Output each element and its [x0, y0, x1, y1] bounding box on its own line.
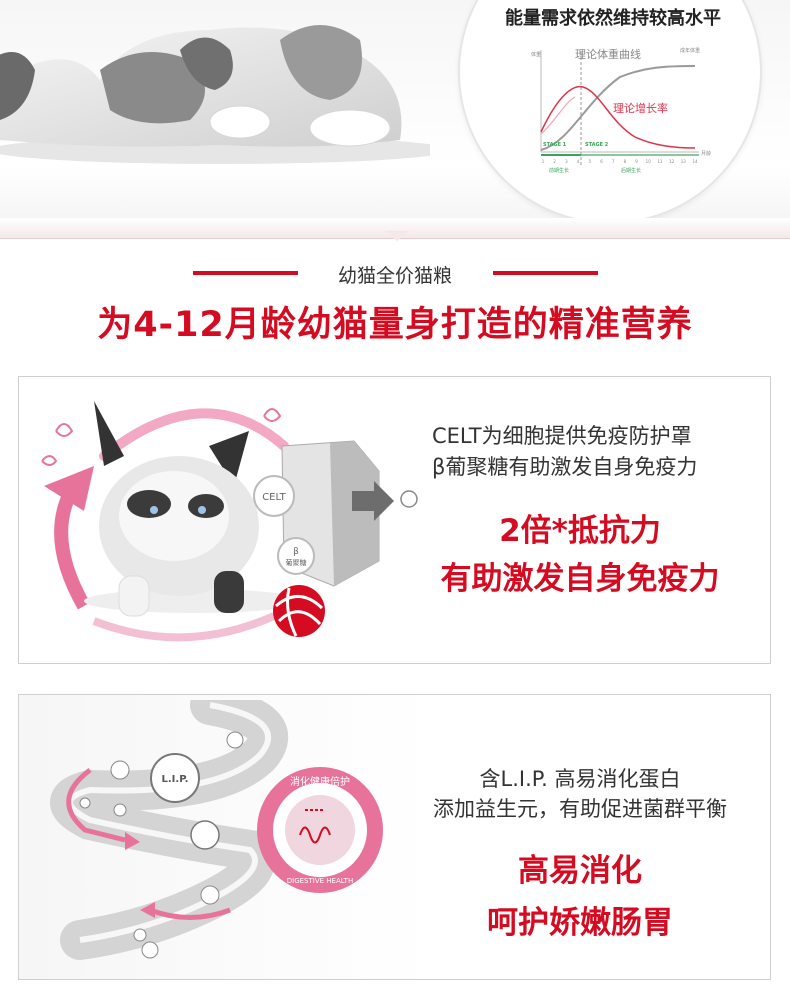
beta-badge-sub: 葡聚糖 [286, 558, 307, 567]
celt-badge-label: CELT [262, 492, 286, 503]
x-tick-label: 13 [681, 159, 687, 164]
stage1-label: STAGE 1 [543, 142, 567, 148]
digestibility-headline: 高易消化 [518, 853, 642, 889]
x-tick-label: 1 [542, 159, 545, 164]
stage2-sub: 后期生长 [621, 167, 641, 174]
x-axis-label: 月龄 [701, 150, 711, 157]
prebiotic-description: 添加益生元，有助促进菌群平衡 [433, 797, 727, 821]
energy-title: 能量需求依然维持较高水平 [505, 8, 721, 29]
x-tick-label: 12 [669, 159, 675, 164]
immunity-illustration: CELT β 葡聚糖 [41, 401, 418, 642]
x-tick-label: 7 [612, 159, 615, 164]
section-sub-label: 幼猫全价猫粮 [337, 265, 452, 287]
beta-badge-label: β [293, 547, 299, 557]
x-tick-label: 4 [577, 159, 580, 164]
ring-top-label: 消化健康倍护 [290, 775, 350, 788]
weight-curve-label: 理论体重曲线 [575, 47, 641, 61]
x-tick-label: 11 [657, 159, 663, 164]
x-ticks: 1 2 3 4 5 6 7 8 9 10 11 12 13 14 [542, 159, 698, 164]
growth-chart: 体重 成年体重 理论体重曲线 理论增长率 STAGE 1 STAGE 2 前期生… [531, 47, 711, 174]
lip-badge-label: L.I.P. [162, 774, 189, 785]
celt-description: CELT为细胞提供免疫防护罩 [432, 424, 692, 448]
x-tick-label: 9 [635, 159, 638, 164]
resistance-headline: 2倍*抵抗力 [499, 513, 661, 549]
beta-glucan-description: β葡聚糖有助激发自身免疫力 [432, 455, 698, 479]
growth-rate-label: 理论增长率 [613, 101, 668, 115]
x-tick-label: 14 [692, 159, 698, 164]
ring-bottom-label: DIGESTIVE HEALTH [287, 877, 353, 885]
y-left-label: 体重 [531, 51, 541, 58]
pink-cycle-arrow [99, 408, 289, 461]
heading-rule-right [493, 271, 598, 275]
stage2-label: STAGE 2 [585, 142, 609, 148]
heading-rule-left [193, 271, 298, 275]
kitten-photo [0, 25, 430, 164]
growth-rate-curve [540, 86, 696, 149]
x-tick-label: 8 [624, 159, 627, 164]
digestion-illustration: L.I.P. 消化健康倍护 DIGESTIVE HEALTH [50, 700, 383, 960]
stomach-care-headline: 呵护娇嫩肠胃 [487, 905, 673, 941]
x-tick-label: 10 [646, 159, 652, 164]
x-tick-label: 5 [588, 159, 591, 164]
section-title: 为4-12月龄幼猫量身打造的精准营养 [97, 305, 693, 345]
hero-banner: 能量需求依然维持较高水平 体重 成年体重 理论体重曲线 理论增长率 STAGE … [0, 0, 790, 238]
x-tick-label: 3 [565, 159, 568, 164]
x-tick-label: 2 [553, 159, 556, 164]
stage1-sub: 前期生长 [549, 167, 569, 174]
y-right-label: 成年体重 [680, 47, 700, 54]
lip-description: 含L.I.P. 高易消化蛋白 [479, 767, 681, 791]
immunity-headline: 有助激发自身免疫力 [440, 561, 720, 597]
divider-notch [385, 231, 409, 241]
x-tick-label: 6 [600, 159, 603, 164]
